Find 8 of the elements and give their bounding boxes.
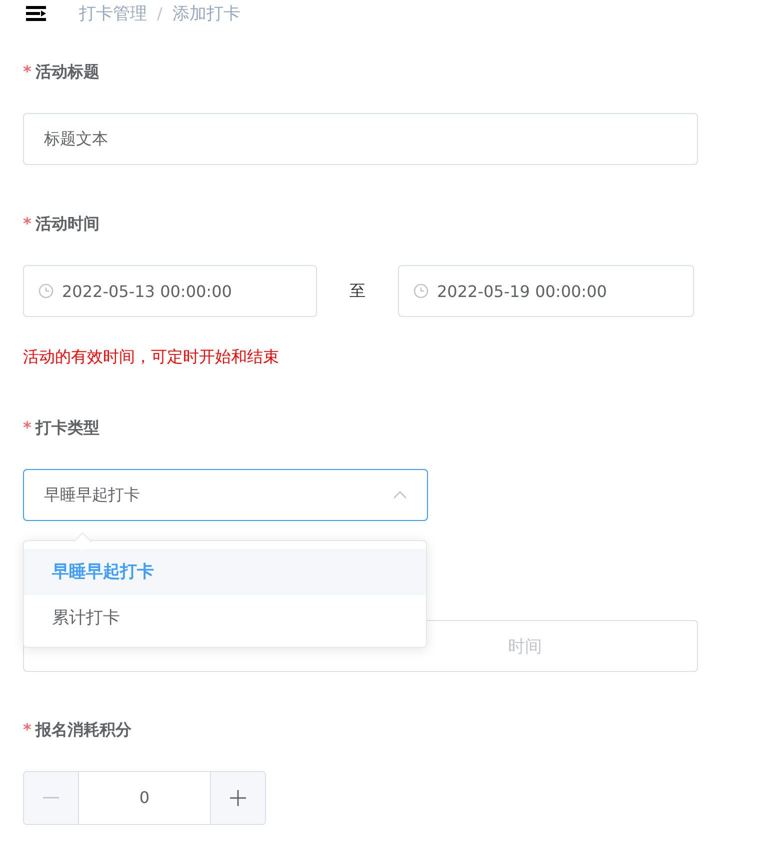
- range-separator: 至: [348, 280, 366, 302]
- field-label: * 活动时间: [23, 213, 100, 235]
- breadcrumb-separator: /: [157, 4, 162, 22]
- field-label: * 报名消耗积分: [23, 719, 132, 741]
- field-label: * 打卡类型: [23, 417, 100, 439]
- hint-text: 活动的有效时间，可定时开始和结束: [23, 347, 280, 367]
- field-label: * 活动标题: [23, 61, 100, 83]
- placeholder-text: 时间: [508, 636, 542, 658]
